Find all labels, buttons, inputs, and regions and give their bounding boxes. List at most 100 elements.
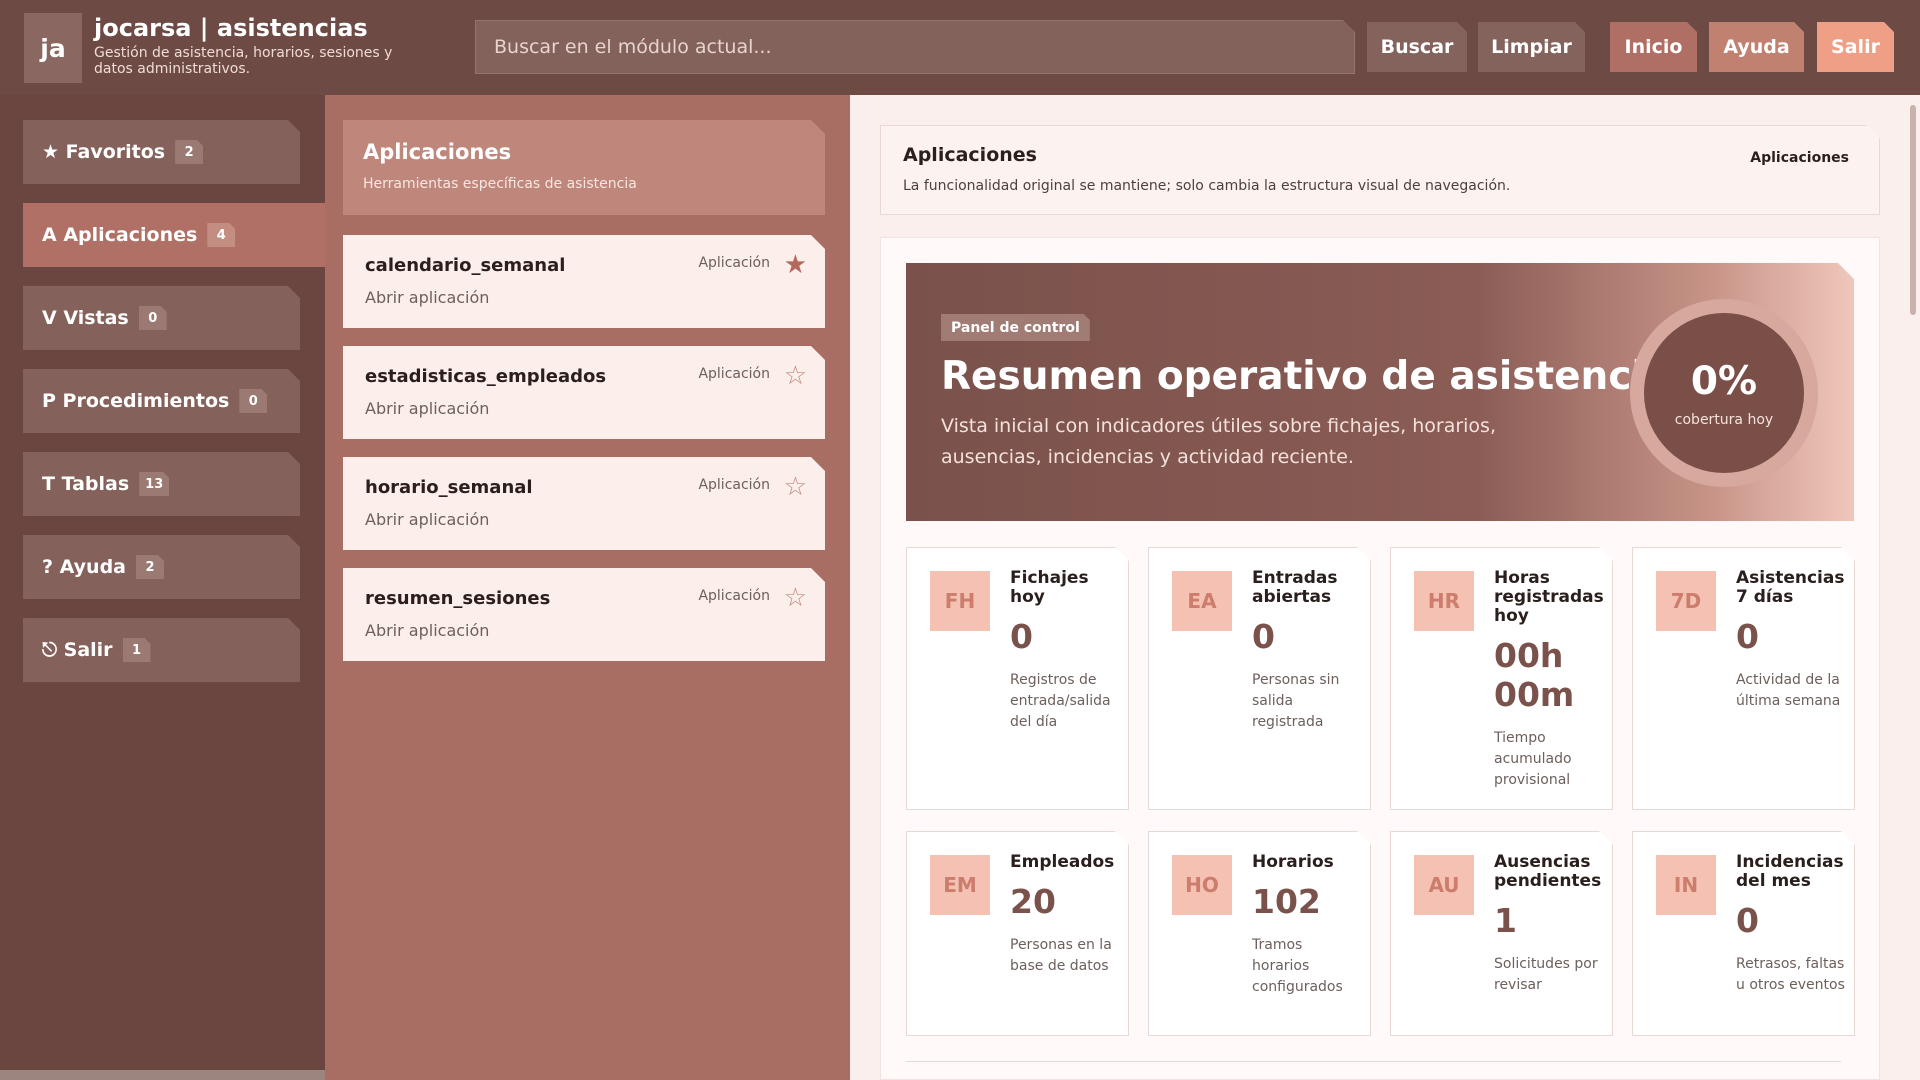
sidebar-item-aplicaciones[interactable]: A Aplicaciones 4 <box>23 203 325 267</box>
stat-label: Incidencias del mes <box>1736 852 1844 891</box>
sidebar-item-label: A Aplicaciones <box>42 224 198 246</box>
stat-icon: EM <box>930 855 990 915</box>
stat-card-horarios: HO Horarios 102 Tramos horarios configur… <box>1148 831 1371 1036</box>
sidebar-item-count: 1 <box>123 638 151 662</box>
search-input[interactable] <box>475 20 1355 74</box>
sidebar-item-vistas[interactable]: V Vistas 0 <box>23 286 300 350</box>
sidebar-item-ayuda[interactable]: ? Ayuda 2 <box>23 535 300 599</box>
sidebar-item-count: 2 <box>175 140 203 164</box>
stat-value: 1 <box>1494 901 1517 940</box>
horizontal-scrollbar[interactable] <box>0 1070 325 1080</box>
stat-icon: HR <box>1414 571 1474 631</box>
context-description: La funcionalidad original se mantiene; s… <box>903 178 1511 194</box>
context-card: Aplicaciones La funcionalidad original s… <box>880 125 1880 215</box>
sidebar-item-label: ⎋ Salir <box>42 639 113 661</box>
stat-label: Ausencias pendientes <box>1494 852 1602 891</box>
app-title: jocarsa | asistencias <box>94 14 368 42</box>
section-divider <box>906 1061 1841 1062</box>
sidebar-nav: ★ Favoritos 2 A Aplicaciones 4 V Vistas … <box>0 95 325 1080</box>
stat-icon: 7D <box>1656 571 1716 631</box>
stat-description: Solicitudes por revisar <box>1494 956 1598 993</box>
apps-panel: Aplicaciones Herramientas específicas de… <box>325 95 850 1080</box>
apps-panel-title: Aplicaciones <box>363 140 512 164</box>
stat-card-horas-registradas: HR Horas registradas hoy 00h 00m Tiempo … <box>1390 547 1613 810</box>
app-card-resumen-sesiones[interactable]: resumen_sesiones Abrir aplicación Aplica… <box>343 568 825 661</box>
stat-description: Tiempo acumulado provisional <box>1494 730 1572 788</box>
sidebar-item-procedimientos[interactable]: P Procedimientos 0 <box>23 369 300 433</box>
app-subtitle: Gestión de asistencia, horarios, sesione… <box>94 45 393 77</box>
app-logo[interactable]: ja <box>24 13 82 83</box>
stat-label: Fichajes hoy <box>1010 568 1089 607</box>
stat-icon: HO <box>1172 855 1232 915</box>
help-button[interactable]: Ayuda <box>1709 22 1804 72</box>
stat-icon: FH <box>930 571 990 631</box>
stat-label: Asistencias 7 días <box>1736 568 1845 607</box>
sidebar-item-label: ★ Favoritos <box>42 141 166 163</box>
stat-card-incidencias-mes: IN Incidencias del mes 0 Retrasos, falta… <box>1632 831 1855 1036</box>
favorite-star-icon[interactable]: ★ <box>784 250 807 280</box>
stat-card-ausencias-pendientes: AU Ausencias pendientes 1 Solicitudes po… <box>1390 831 1613 1036</box>
app-card-open-link[interactable]: Abrir aplicación <box>365 288 803 307</box>
stat-value: 102 <box>1252 882 1321 921</box>
app-card-type: Aplicación <box>698 588 770 604</box>
sidebar-item-label: T Tablas <box>42 473 130 495</box>
stat-icon: IN <box>1656 855 1716 915</box>
sidebar-item-count: 0 <box>139 306 167 330</box>
stat-card-asistencias-7-dias: 7D Asistencias 7 días 0 Actividad de la … <box>1632 547 1855 810</box>
stat-value: 00h 00m <box>1494 636 1575 714</box>
stat-card-empleados: EM Empleados 20 Personas en la base de d… <box>906 831 1129 1036</box>
app-card-open-link[interactable]: Abrir aplicación <box>365 621 803 640</box>
stat-card-entradas-abiertas: EA Entradas abiertas 0 Personas sin sali… <box>1148 547 1371 810</box>
favorite-star-icon[interactable]: ☆ <box>784 472 807 502</box>
top-header: ja jocarsa | asistencias Gestión de asis… <box>0 0 1920 95</box>
stat-icon: EA <box>1172 571 1232 631</box>
app-card-type: Aplicación <box>698 366 770 382</box>
vertical-scrollbar[interactable] <box>1910 105 1916 315</box>
hero-description: Vista inicial con indicadores útiles sob… <box>941 415 1496 468</box>
app-card-open-link[interactable]: Abrir aplicación <box>365 399 803 418</box>
apps-panel-header: Aplicaciones Herramientas específicas de… <box>343 120 825 215</box>
app-card-horario-semanal[interactable]: horario_semanal Abrir aplicación Aplicac… <box>343 457 825 550</box>
stat-value: 0 <box>1736 901 1759 940</box>
stat-card-fichajes-hoy: FH Fichajes hoy 0 Registros de entrada/s… <box>906 547 1129 810</box>
stat-description: Retrasos, faltas u otros eventos <box>1736 956 1845 993</box>
sidebar-item-tablas[interactable]: T Tablas 13 <box>23 452 300 516</box>
app-card-calendario-semanal[interactable]: calendario_semanal Abrir aplicación Apli… <box>343 235 825 328</box>
gauge-value: 0% <box>1690 358 1758 404</box>
favorite-star-icon[interactable]: ☆ <box>784 583 807 613</box>
stat-label: Empleados <box>1010 852 1115 872</box>
clear-button[interactable]: Limpiar <box>1478 22 1585 72</box>
stat-description: Personas en la base de datos <box>1010 937 1112 974</box>
hero-badge: Panel de control <box>941 314 1090 341</box>
app-card-type: Aplicación <box>698 477 770 493</box>
context-title: Aplicaciones <box>903 144 1037 166</box>
apps-panel-subtitle: Herramientas específicas de asistencia <box>363 176 637 192</box>
sidebar-item-label: P Procedimientos <box>42 390 230 412</box>
stat-description: Personas sin salida registrada <box>1252 672 1340 730</box>
stat-value: 20 <box>1010 882 1056 921</box>
search-button[interactable]: Buscar <box>1367 22 1467 72</box>
logout-button[interactable]: Salir <box>1817 22 1894 72</box>
gauge-label: cobertura hoy <box>1674 411 1774 428</box>
sidebar-item-count: 0 <box>239 389 267 413</box>
hero-title: Resumen operativo de asistencias <box>941 354 1695 399</box>
stat-label: Horarios <box>1252 852 1334 872</box>
sidebar-item-label: ? Ayuda <box>42 556 126 578</box>
stat-icon: AU <box>1414 855 1474 915</box>
sidebar-item-count: 2 <box>136 555 164 579</box>
sidebar-item-count: 4 <box>207 223 235 247</box>
coverage-gauge: 0% cobertura hoy <box>1630 299 1818 487</box>
app-card-open-link[interactable]: Abrir aplicación <box>365 510 803 529</box>
stat-value: 0 <box>1252 617 1275 656</box>
sidebar-item-count: 13 <box>139 472 169 496</box>
sidebar-item-favoritos[interactable]: ★ Favoritos 2 <box>23 120 300 184</box>
stat-value: 0 <box>1736 617 1759 656</box>
home-button[interactable]: Inicio <box>1610 22 1697 72</box>
app-card-type: Aplicación <box>698 255 770 271</box>
hero-banner: Panel de control Resumen operativo de as… <box>906 263 1854 521</box>
stat-label: Entradas abiertas <box>1252 568 1338 607</box>
sidebar-item-salir[interactable]: ⎋ Salir 1 <box>23 618 300 682</box>
app-card-estadisticas-empleados[interactable]: estadisticas_empleados Abrir aplicación … <box>343 346 825 439</box>
favorite-star-icon[interactable]: ☆ <box>784 361 807 391</box>
stat-description: Registros de entrada/salida del día <box>1010 672 1111 730</box>
